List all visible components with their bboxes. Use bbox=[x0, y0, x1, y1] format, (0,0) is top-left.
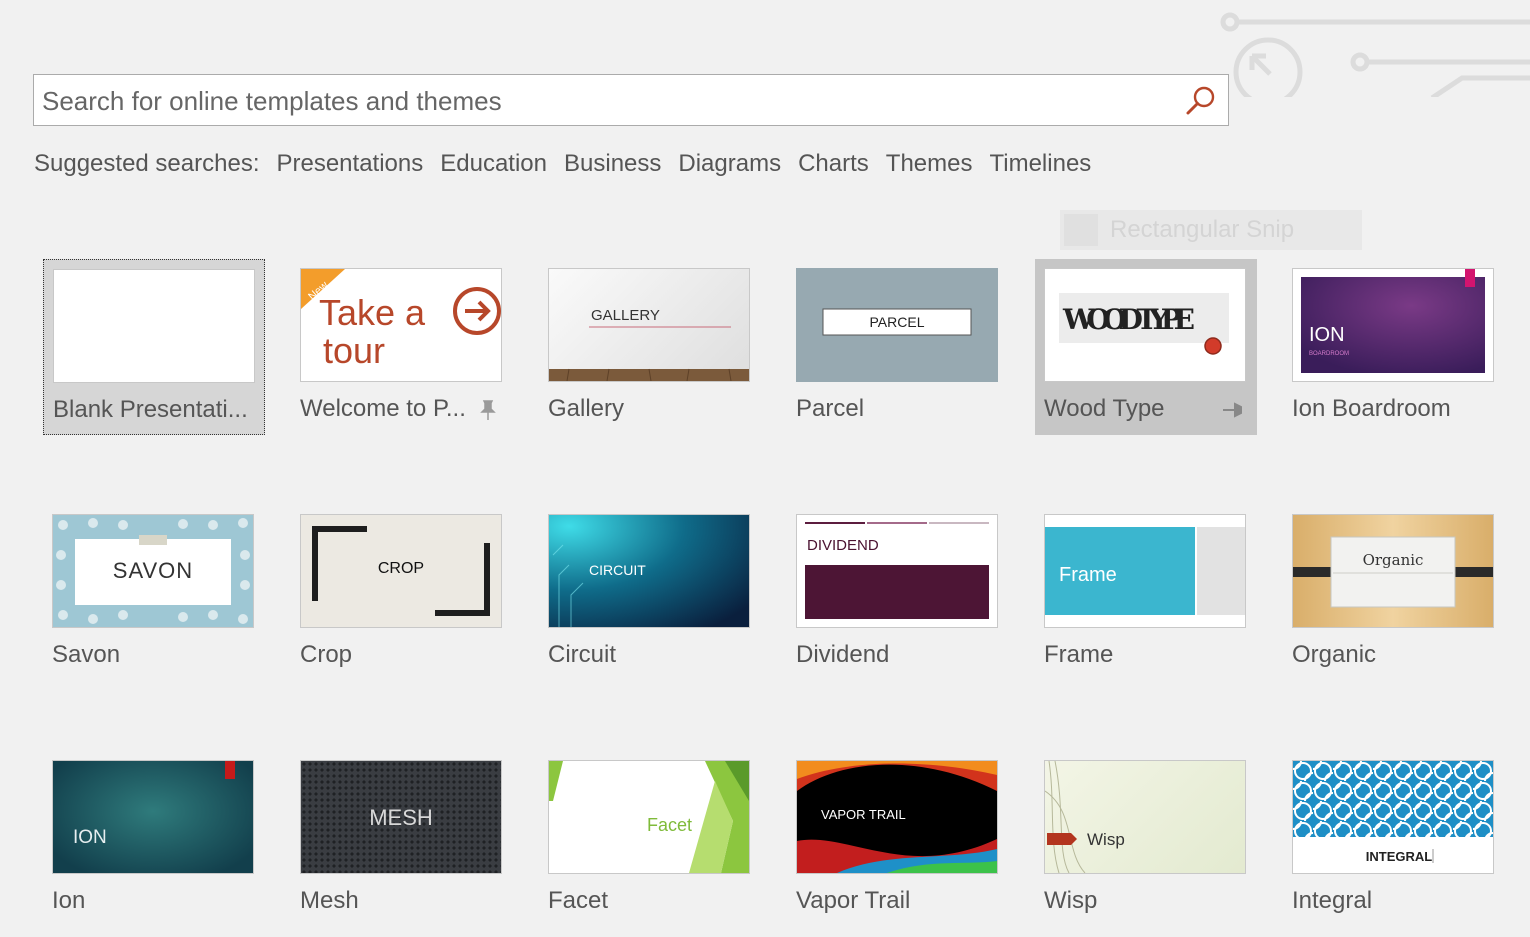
svg-text:BOARDROOM: BOARDROOM bbox=[1309, 351, 1349, 357]
template-facet[interactable]: Facet Facet bbox=[539, 751, 761, 927]
suggested-link-diagrams[interactable]: Diagrams bbox=[678, 150, 781, 178]
svg-text:Facet: Facet bbox=[647, 815, 692, 835]
template-name: Ion bbox=[52, 887, 86, 914]
svg-text:GALLERY: GALLERY bbox=[591, 307, 660, 324]
template-name: Ion Boardroom bbox=[1292, 395, 1451, 422]
suggested-link-education[interactable]: Education bbox=[440, 150, 547, 178]
template-thumbnail: DIVIDEND bbox=[796, 514, 998, 628]
template-thumbnail: GALLERY bbox=[548, 268, 750, 382]
template-dividend[interactable]: DIVIDEND Dividend bbox=[787, 505, 1009, 681]
svg-text:SAVON: SAVON bbox=[113, 558, 193, 583]
template-name: Parcel bbox=[796, 395, 865, 422]
template-thumbnail: MESH bbox=[300, 760, 502, 874]
template-thumbnail: ION bbox=[52, 760, 254, 874]
suggested-link-timelines[interactable]: Timelines bbox=[989, 150, 1091, 178]
template-ion[interactable]: ION Ion bbox=[43, 751, 265, 927]
svg-text:Take a: Take a bbox=[319, 292, 426, 333]
svg-text:Frame: Frame bbox=[1059, 564, 1117, 586]
template-thumbnail: Facet bbox=[548, 760, 750, 874]
template-name: Dividend bbox=[796, 641, 890, 668]
template-gallery[interactable]: GALLERY Gallery bbox=[539, 259, 761, 435]
template-name: Circuit bbox=[548, 641, 617, 668]
svg-text:ION: ION bbox=[73, 827, 107, 848]
svg-text:Organic: Organic bbox=[1363, 551, 1424, 569]
template-name: Integral bbox=[1292, 887, 1373, 914]
suggested-link-presentations[interactable]: Presentations bbox=[276, 150, 423, 178]
template-name: Vapor Trail bbox=[796, 887, 911, 914]
svg-text:VAPOR TRAIL: VAPOR TRAIL bbox=[821, 807, 906, 822]
template-mesh[interactable]: MESH Mesh bbox=[291, 751, 513, 927]
template-name: Blank Presentati... bbox=[53, 396, 248, 423]
template-savon[interactable]: SAVON Savon bbox=[43, 505, 265, 681]
rectangular-snip-overlay: Rectangular Snip bbox=[1060, 210, 1362, 250]
svg-text:CIRCUIT: CIRCUIT bbox=[589, 562, 646, 578]
template-ion-boardroom[interactable]: ION BOARDROOM Ion Boardroom bbox=[1283, 259, 1505, 435]
template-name: Wood Type bbox=[1044, 395, 1165, 422]
suggested-searches: Suggested searches: Presentations Educat… bbox=[34, 150, 1091, 178]
svg-text:tour: tour bbox=[323, 330, 385, 371]
template-thumbnail: Frame bbox=[1044, 514, 1246, 628]
snip-label: Rectangular Snip bbox=[1110, 216, 1295, 243]
template-thumbnail: WOOD TYPE bbox=[1044, 268, 1246, 382]
template-frame[interactable]: Frame Frame bbox=[1035, 505, 1257, 681]
svg-text:MESH: MESH bbox=[369, 805, 433, 830]
template-name: Crop bbox=[300, 641, 353, 668]
template-name: Facet bbox=[548, 887, 609, 914]
template-crop[interactable]: CROP Crop bbox=[291, 505, 513, 681]
svg-text:ION: ION bbox=[1309, 324, 1345, 346]
search-input[interactable] bbox=[40, 75, 1174, 127]
template-circuit[interactable]: CIRCUIT Circuit bbox=[539, 505, 761, 681]
svg-text:CROP: CROP bbox=[378, 560, 424, 577]
template-thumbnail: SAVON bbox=[52, 514, 254, 628]
template-name: Mesh bbox=[300, 887, 359, 914]
template-thumbnail: INTEGRAL bbox=[1292, 760, 1494, 874]
template-thumbnail: Organic bbox=[1292, 514, 1494, 628]
template-thumbnail: ION BOARDROOM bbox=[1292, 268, 1494, 382]
template-wisp[interactable]: Wisp Wisp bbox=[1035, 751, 1257, 927]
suggested-link-themes[interactable]: Themes bbox=[886, 150, 973, 178]
svg-text:WOOD TYPE: WOOD TYPE bbox=[1062, 303, 1195, 336]
template-thumbnail: CIRCUIT bbox=[548, 514, 750, 628]
template-welcome-tour[interactable]: New Take a tour Welcome to P... bbox=[291, 259, 513, 435]
pinned-icon[interactable] bbox=[1221, 399, 1243, 421]
suggested-searches-label: Suggested searches: bbox=[34, 150, 260, 177]
template-name: Frame bbox=[1044, 641, 1114, 668]
circuit-decoration bbox=[1210, 12, 1530, 100]
suggested-link-business[interactable]: Business bbox=[564, 150, 661, 178]
svg-text:DIVIDEND: DIVIDEND bbox=[807, 537, 879, 554]
template-thumbnail bbox=[53, 269, 255, 383]
search-icon[interactable] bbox=[1184, 83, 1218, 117]
suggested-link-charts[interactable]: Charts bbox=[798, 150, 869, 178]
template-search-box[interactable] bbox=[33, 74, 1229, 127]
template-thumbnail: New Take a tour bbox=[300, 268, 502, 382]
template-name: Gallery bbox=[548, 395, 625, 422]
template-name: Welcome to P... bbox=[300, 395, 466, 422]
template-organic[interactable]: Organic Organic bbox=[1283, 505, 1505, 681]
template-thumbnail: VAPOR TRAIL bbox=[796, 760, 998, 874]
template-integral[interactable]: INTEGRAL Integral bbox=[1283, 751, 1505, 927]
template-name: Savon bbox=[52, 641, 121, 668]
template-name: Organic bbox=[1292, 641, 1377, 668]
template-thumbnail: PARCEL bbox=[796, 268, 998, 382]
template-parcel[interactable]: PARCEL Parcel bbox=[787, 259, 1009, 435]
template-thumbnail: CROP bbox=[300, 514, 502, 628]
svg-text:Wisp: Wisp bbox=[1087, 830, 1125, 849]
template-thumbnail: Wisp bbox=[1044, 760, 1246, 874]
svg-text:PARCEL: PARCEL bbox=[870, 314, 925, 330]
pin-icon[interactable] bbox=[477, 399, 499, 421]
svg-text:INTEGRAL: INTEGRAL bbox=[1366, 849, 1433, 864]
template-name: Wisp bbox=[1044, 887, 1098, 914]
template-wood-type[interactable]: WOOD TYPE Wood Type bbox=[1035, 259, 1257, 435]
snip-icon bbox=[1064, 214, 1098, 246]
template-blank-presentation[interactable]: Blank Presentati... bbox=[43, 259, 265, 435]
template-vapor-trail[interactable]: VAPOR TRAIL Vapor Trail bbox=[787, 751, 1009, 927]
